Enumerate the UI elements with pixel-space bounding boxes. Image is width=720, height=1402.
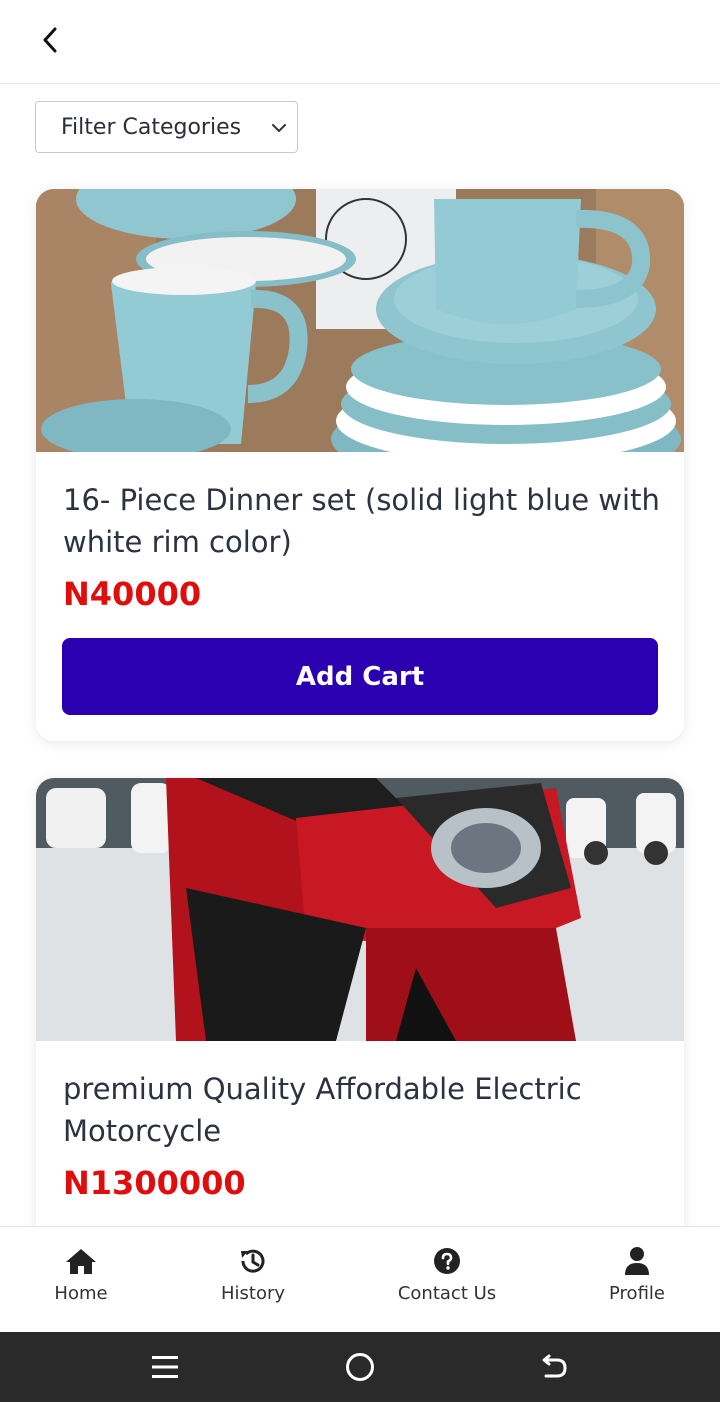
chevron-left-icon	[43, 27, 57, 53]
menu-button[interactable]	[145, 1347, 185, 1387]
menu-icon	[152, 1356, 178, 1378]
system-back-button[interactable]	[534, 1347, 574, 1387]
nav-home-label: Home	[54, 1283, 108, 1304]
product-image	[36, 778, 684, 1041]
nav-history[interactable]: History	[208, 1227, 298, 1333]
product-price: N1300000	[63, 1164, 246, 1202]
product-card[interactable]: 16- Piece Dinner set (solid light blue w…	[36, 189, 684, 741]
product-title: 16- Piece Dinner set (solid light blue w…	[63, 483, 660, 559]
home-icon	[65, 1245, 97, 1277]
app-header	[0, 0, 720, 84]
history-icon	[237, 1245, 269, 1277]
product-card[interactable]: premium Quality Affordable Electric Moto…	[36, 778, 684, 1298]
back-button[interactable]	[28, 20, 72, 60]
system-home-button[interactable]	[340, 1347, 380, 1387]
back-arrow-icon	[542, 1354, 567, 1378]
home-circle-icon	[346, 1353, 374, 1381]
product-image	[36, 189, 684, 452]
nav-history-label: History	[220, 1283, 286, 1304]
nav-profile-label: Profile	[609, 1283, 665, 1304]
nav-contact-us-label: Contact Us	[397, 1283, 497, 1304]
product-title: premium Quality Affordable Electric Moto…	[63, 1072, 582, 1148]
nav-contact-us[interactable]: Contact Us	[392, 1227, 502, 1333]
help-circle-icon	[431, 1245, 463, 1277]
add-cart-button[interactable]: Add Cart	[62, 638, 658, 715]
bottom-navigation: Home History Contact Us Profile	[0, 1226, 720, 1332]
system-navigation-bar	[0, 1332, 720, 1402]
chevron-down-icon	[272, 124, 286, 132]
filter-label: Filter Categories	[61, 114, 242, 140]
nav-home[interactable]: Home	[41, 1227, 121, 1333]
product-price: N40000	[63, 575, 202, 613]
person-icon	[621, 1245, 653, 1277]
nav-profile[interactable]: Profile	[597, 1227, 677, 1333]
filter-categories-select[interactable]: Filter Categories	[35, 101, 298, 153]
